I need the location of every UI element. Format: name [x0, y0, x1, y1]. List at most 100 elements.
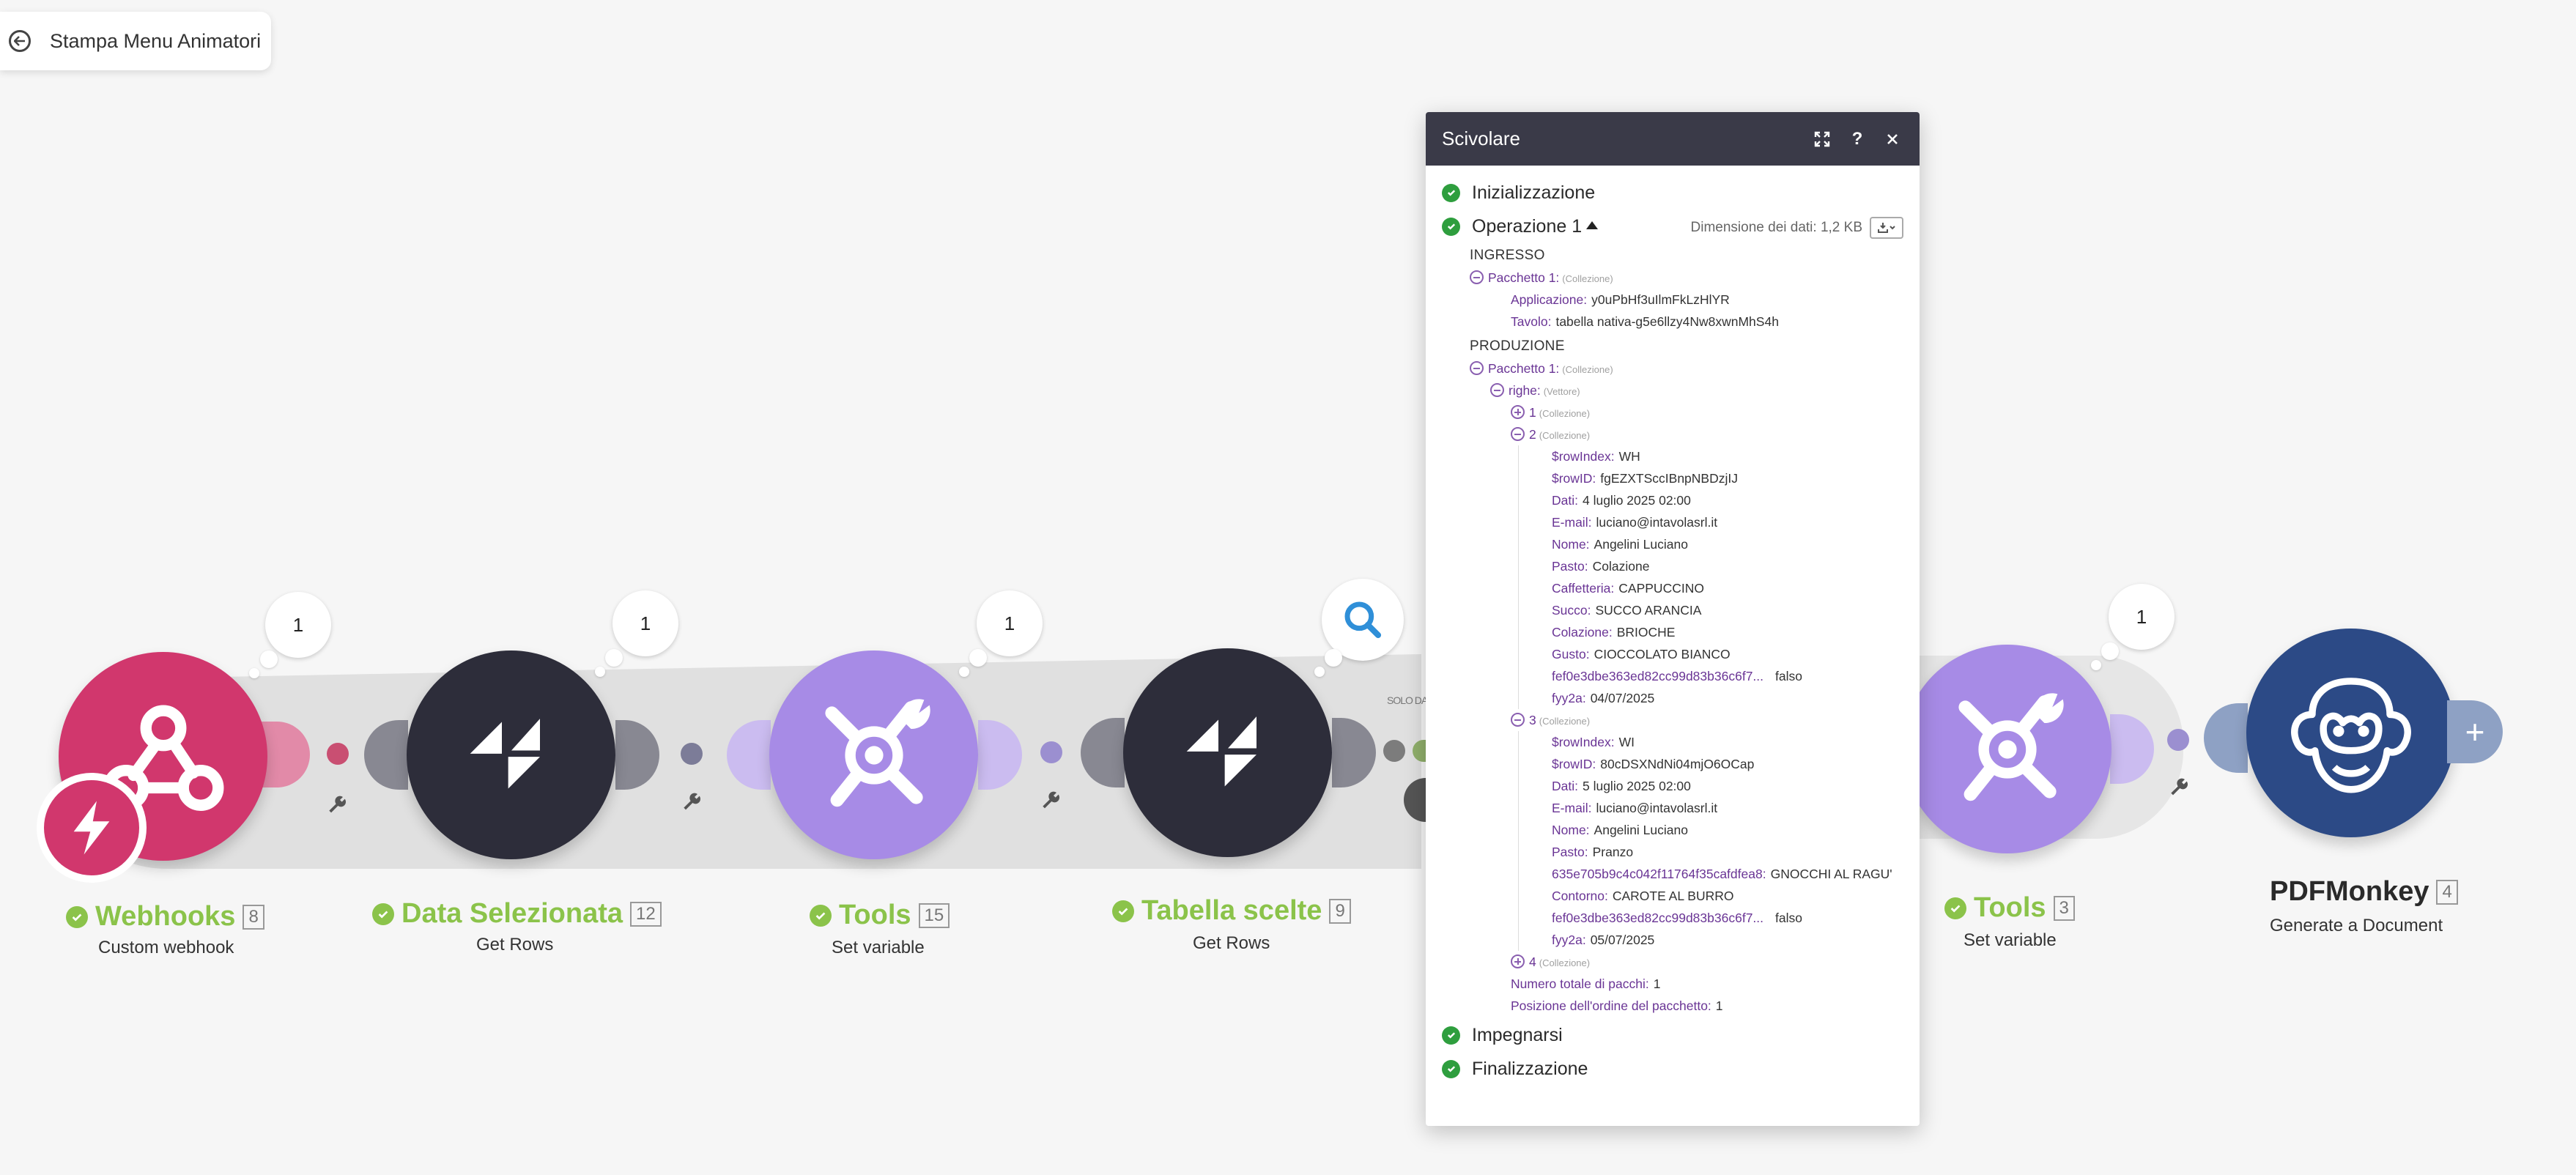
row-field: Caffetteria: CAPPUCCINO: [1552, 581, 1704, 596]
tabella-scelte-module[interactable]: [1123, 648, 1332, 857]
panel-header: Scivolare ?: [1426, 112, 1920, 166]
execution-inspector-panel: Scivolare ? Inizializzazione Operazione …: [1426, 112, 1920, 1126]
rows-item-3-fields: $rowIndex: WI $rowID: 80cDSXNdNi04mjO6OCap…: [1442, 731, 1903, 951]
data-selezionata-subtitle: Get Rows: [476, 935, 554, 955]
tools-subtitle: Set variable: [832, 938, 925, 957]
connector-dot: [2167, 729, 2189, 751]
tabella-scelte-label: Tabella scelte 9: [1112, 895, 1351, 927]
webhooks-label: Webhooks 8: [66, 901, 264, 933]
operations-bubble[interactable]: 1: [977, 590, 1043, 656]
connector-dot: [681, 743, 703, 765]
success-check-icon: [372, 902, 394, 925]
glide-icon: [1186, 716, 1256, 786]
glide-icon: [470, 718, 540, 788]
success-check-icon: [1442, 217, 1460, 236]
tools-label: Tools 15: [810, 900, 950, 931]
row-field: $rowID: fgEZXTSccIBnpNBDzjIJ: [1552, 471, 1738, 486]
back-button[interactable]: Stampa Menu Animatori: [0, 12, 271, 70]
plus-icon: +: [2465, 713, 2485, 751]
tabella-scelte-subtitle: Get Rows: [1193, 933, 1270, 953]
tools-module[interactable]: [769, 650, 978, 859]
collapse-arrow-icon[interactable]: [1586, 220, 1599, 229]
input-bundle[interactable]: Pacchetto 1: (Collezione): [1442, 267, 1903, 289]
step-initialization[interactable]: Inizializzazione: [1442, 176, 1903, 210]
add-module-button[interactable]: +: [2447, 700, 2503, 763]
collapse-toggle-icon[interactable]: [1511, 427, 1525, 442]
success-check-icon: [1442, 1059, 1460, 1078]
data-size: Dimensione dei dati: 1,2 KB: [1691, 217, 1903, 239]
collapse-toggle-icon[interactable]: [1511, 713, 1525, 727]
data-selezionata-module[interactable]: [407, 650, 615, 859]
step-commit[interactable]: Impegnarsi: [1442, 1018, 1903, 1052]
panel-body: Inizializzazione Operazione 1 Dimensione…: [1426, 166, 1920, 1086]
row-field: fef0e3dbe363ed82cc99d83b36c6f7... falso: [1552, 911, 1802, 925]
rows-item-2-fields: $rowIndex: WH $rowID: fgEZXTSccIBnpNBDzjIJ…: [1442, 445, 1903, 709]
collapse-toggle-icon[interactable]: [1470, 361, 1484, 376]
success-check-icon: [1442, 183, 1460, 202]
input-field: Tavolo: tabella nativa-g5e6llzy4Nw8xwnMhS…: [1511, 314, 1779, 329]
operations-bubble[interactable]: 1: [612, 590, 678, 656]
connector-dot: [1383, 740, 1405, 762]
row-field: Colazione: BRIOCHE: [1552, 625, 1676, 640]
success-check-icon: [1944, 897, 1966, 919]
output-heading: PRODUZIONE: [1470, 338, 1565, 354]
instant-trigger-badge[interactable]: [37, 773, 147, 883]
row-field: Contorno: CAROTE AL BURRO: [1552, 889, 1734, 903]
step-finalization[interactable]: Finalizzazione: [1442, 1052, 1903, 1086]
rows-item-4[interactable]: 4 (Collezione): [1442, 951, 1903, 973]
tools-module-2[interactable]: [1903, 645, 2111, 853]
bundle-position: Posizione dell'ordine del pacchetto: 1: [1511, 998, 1723, 1013]
total-bundles: Numero totale di pacchi: 1: [1511, 976, 1661, 991]
collapse-toggle-icon[interactable]: [1490, 383, 1504, 398]
scenario-canvas[interactable]: 1 Webhooks 8 Custom webhook 1 Data Selez…: [0, 0, 2576, 1175]
wrench-icon[interactable]: [325, 794, 349, 818]
operations-bubble[interactable]: 1: [2109, 584, 2175, 650]
rows-array[interactable]: righe: (Vettore): [1442, 379, 1903, 401]
expand-toggle-icon[interactable]: [1511, 955, 1525, 969]
success-check-icon: [66, 905, 88, 928]
close-icon[interactable]: [1881, 128, 1903, 150]
collapse-toggle-icon[interactable]: [1470, 270, 1484, 285]
wrench-icon[interactable]: [1039, 790, 1062, 813]
scenario-title: Stampa Menu Animatori: [50, 29, 262, 52]
download-button[interactable]: [1870, 217, 1903, 239]
expand-icon[interactable]: [1811, 128, 1833, 150]
expand-toggle-icon[interactable]: [1511, 405, 1525, 420]
success-check-icon: [1442, 1026, 1460, 1045]
row-field: Dati: 4 luglio 2025 02:00: [1552, 493, 1691, 508]
pdfmonkey-in-port: [2204, 703, 2248, 773]
panel-title: Scivolare: [1442, 127, 1520, 149]
connector-dot: [1040, 741, 1062, 763]
help-icon[interactable]: ?: [1846, 128, 1868, 150]
magnifier-icon: [1344, 601, 1382, 639]
row-field: Pasto: Colazione: [1552, 559, 1650, 574]
tools-2-subtitle: Set variable: [1964, 930, 2057, 950]
row-field: fef0e3dbe363ed82cc99d83b36c6f7... falso: [1552, 669, 1802, 683]
row-field: E-mail: luciano@intavolasrl.it: [1552, 801, 1718, 815]
row-field: fyy2a: 05/07/2025: [1552, 933, 1655, 947]
webhooks-subtitle: Custom webhook: [98, 938, 234, 957]
input-heading: INGRESSO: [1470, 248, 1545, 263]
rows-item-3[interactable]: 3 (Collezione): [1442, 709, 1903, 731]
tools-icon: [1958, 692, 2064, 801]
wrench-icon[interactable]: [2167, 776, 2191, 800]
row-field: E-mail: luciano@intavolasrl.it: [1552, 515, 1718, 530]
wrench-icon[interactable]: [680, 791, 703, 815]
row-field: fyy2a: 04/07/2025: [1552, 691, 1655, 705]
rows-item-1[interactable]: 1 (Collezione): [1442, 401, 1903, 423]
row-field: Succo: SUCCO ARANCIA: [1552, 603, 1702, 618]
row-field: 635e705b9c4c042f11764f35cafdfea8: GNOCCHI…: [1552, 867, 1892, 881]
pdfmonkey-module[interactable]: [2246, 629, 2455, 837]
success-check-icon: [1112, 900, 1134, 922]
output-bundle[interactable]: Pacchetto 1: (Collezione): [1442, 357, 1903, 379]
lightning-icon: [73, 801, 110, 855]
download-icon: [1878, 223, 1895, 233]
operations-bubble[interactable]: 1: [265, 592, 331, 658]
data-selezionata-label: Data Selezionata 12: [372, 898, 662, 930]
row-field: $rowIndex: WI: [1552, 735, 1635, 749]
row-field: Nome: Angelini Luciano: [1552, 537, 1688, 552]
row-field: Gusto: CIOCCOLATO BIANCO: [1552, 647, 1731, 661]
row-field: Dati: 5 luglio 2025 02:00: [1552, 779, 1691, 793]
rows-item-2[interactable]: 2 (Collezione): [1442, 423, 1903, 445]
pdfmonkey-label: PDFMonkey 4: [2270, 876, 2458, 908]
